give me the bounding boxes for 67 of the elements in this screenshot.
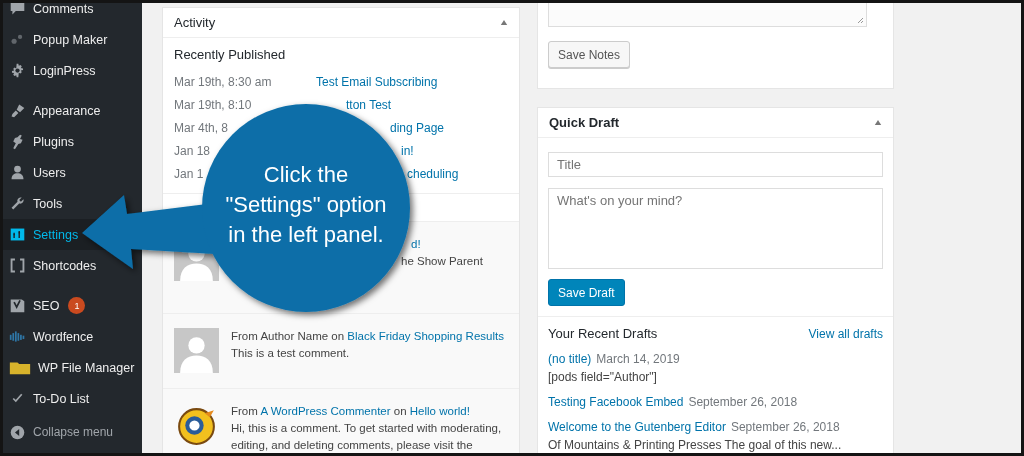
collapse-toggle-icon[interactable] <box>874 119 882 126</box>
panel-title: Activity <box>174 15 216 30</box>
comment-meta: From Author Name on Black Friday Shopping Results <box>231 329 505 344</box>
speech-bubble-icon <box>9 3 26 17</box>
sidebar-item[interactable]: Tools <box>3 188 142 219</box>
comment-text: he Show Parent <box>400 254 484 269</box>
save-notes-button[interactable]: Save Notes <box>548 41 631 68</box>
sidebar-item[interactable]: Popup Maker <box>3 24 142 55</box>
sidebar-item[interactable]: Appearance <box>3 95 142 126</box>
sidebar-item[interactable]: Comments <box>3 3 142 24</box>
brush-icon <box>9 102 26 119</box>
content-field[interactable]: What's on your mind? <box>548 188 883 269</box>
sidebar-item[interactable]: Plugins <box>3 126 142 157</box>
comment-link[interactable]: Black Friday Shopping Results <box>347 330 504 342</box>
post-link[interactable]: in! <box>401 143 414 158</box>
bars-icon <box>9 328 26 345</box>
comment-link[interactable]: A WordPress Commenter <box>260 405 391 417</box>
notes-field[interactable] <box>548 3 867 27</box>
section-heading: Your Recent Drafts <box>548 326 658 341</box>
draft-link[interactable]: Welcome to the Gutenberg Editor <box>548 419 726 435</box>
draft-date: September 26, 2018 <box>730 419 840 435</box>
resize-grip-icon[interactable] <box>856 16 864 24</box>
sidebar-item[interactable]: SEO 1 <box>3 290 142 321</box>
draft-link[interactable]: Testing Facebook Embed <box>548 394 684 410</box>
publish-date: Mar 19th, 8:30 am <box>174 74 272 89</box>
gear-icon <box>9 62 26 79</box>
collapse-toggle-icon[interactable] <box>500 19 508 26</box>
comment-text: This is a test comment. <box>231 346 351 361</box>
wrench-icon <box>9 195 26 212</box>
shield-icon <box>9 297 26 314</box>
publish-date: Mar 4th, 8 <box>174 120 229 135</box>
post-link[interactable]: cheduling <box>407 166 459 181</box>
settings-icon <box>9 226 26 243</box>
callout-text: Click the "Settings" option in the left panel. <box>224 161 388 249</box>
count-badge: 1 <box>68 297 86 314</box>
comment-link[interactable]: Hello world! <box>409 405 470 417</box>
avatar-placeholder <box>174 328 219 373</box>
draft-excerpt: [pods field="Author"] <box>548 369 658 385</box>
publish-date: Jan 18 <box>174 143 211 158</box>
draft-excerpt: Of Mountains & Printing Presses The goal of this new... <box>548 437 843 453</box>
comment-text: Hi, this is a comment. To get started with moderating, editing, and deleting comments, please visit the <box>231 421 503 453</box>
publish-date: Mar 19th, 8:10 <box>174 97 252 112</box>
post-link[interactable]: ding Page <box>390 120 445 135</box>
user-icon <box>9 164 26 181</box>
collapse-menu-button[interactable]: Collapse menu <box>3 417 142 447</box>
comment-meta: From A WordPress Commenter on Hello world! <box>231 404 471 419</box>
sidebar-item[interactable]: LoginPress <box>3 55 142 86</box>
draft-link[interactable]: (no title) <box>548 351 592 367</box>
publish-date: Jan 1 <box>174 166 204 181</box>
title-field[interactable]: Title <box>548 152 883 177</box>
section-heading: Recently Published <box>174 47 287 62</box>
sidebar-item[interactable]: WP File Manager <box>3 352 142 383</box>
folder-icon <box>9 359 31 376</box>
draft-date: March 14, 2019 <box>596 351 680 367</box>
draft-date: September 26, 2018 <box>688 394 798 410</box>
brackets-icon <box>9 257 26 274</box>
save-draft-button[interactable]: Save Draft <box>548 279 625 306</box>
comment-link[interactable]: d! <box>411 238 421 250</box>
sidebar-item[interactable]: To-Do List <box>3 383 142 414</box>
collapse-icon <box>9 423 26 441</box>
sidebar-item[interactable]: Shortcodes <box>3 250 142 281</box>
post-link[interactable]: Test Email Subscribing <box>316 74 438 89</box>
post-link[interactable]: tton Test <box>346 97 392 112</box>
view-all-link[interactable]: View all drafts <box>808 326 883 341</box>
panel-title: Quick Draft <box>549 115 620 130</box>
sidebar-item[interactable]: Users <box>3 157 142 188</box>
sidebar-item[interactable]: Wordfence <box>3 321 142 352</box>
